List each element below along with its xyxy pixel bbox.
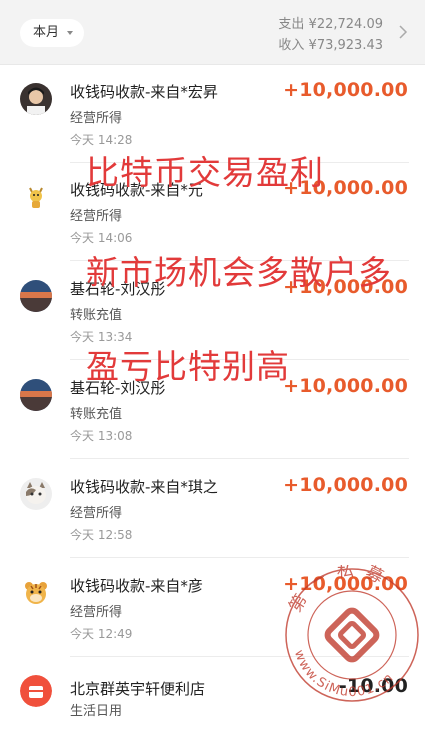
month-filter-dropdown[interactable]: 本月 — [20, 19, 84, 47]
transaction-category: 经营所得 — [70, 209, 123, 224]
transaction-row[interactable]: 收钱码收款-来自*琪之 经营所得 今天 12:58 +10,000.00 — [0, 460, 425, 558]
sunset-landscape-avatar — [20, 280, 52, 312]
month-filter-label: 本月 — [33, 25, 60, 40]
transaction-amount: +10,000.00 — [283, 474, 408, 496]
caret-down-icon — [67, 31, 73, 35]
expense-total: 支出 ¥22,724.09 — [278, 17, 383, 32]
transaction-amount: +10,000.00 — [283, 375, 408, 397]
store-bag-avatar — [20, 675, 52, 707]
transaction-category: 经营所得 — [70, 605, 123, 620]
transaction-time: 今天 13:08 — [70, 429, 133, 443]
transaction-title: 收钱码收款-来自*彦 — [70, 577, 203, 595]
svg-text:第一私募: 第一私募 — [286, 565, 396, 616]
chevron-right-icon[interactable] — [397, 24, 409, 40]
transaction-category: 生活日用 — [70, 704, 123, 719]
income-total: 收入 ¥73,923.43 — [278, 38, 383, 53]
watermark-seal: 第一私募 www.SiMu001.cn — [275, 565, 425, 707]
totals-summary[interactable]: 支出 ¥22,724.09 收入 ¥73,923.43 — [278, 14, 383, 56]
transaction-category: 经营所得 — [70, 506, 123, 521]
overlay-text-line-1: 比特币交易盈利 — [86, 153, 324, 192]
overlay-text-line-2: 新市场机会多散户多 — [86, 253, 392, 292]
transaction-time: 今天 12:58 — [70, 528, 133, 542]
sunset-landscape-avatar — [20, 379, 52, 411]
transaction-time: 今天 14:06 — [70, 231, 133, 245]
kitten-avatar — [20, 478, 52, 510]
photo-portrait-avatar — [20, 83, 52, 115]
transaction-time: 今天 12:49 — [70, 627, 133, 641]
overlay-text-line-3: 盈亏比特别高 — [86, 347, 290, 386]
row-divider — [70, 458, 409, 459]
transaction-amount: +10,000.00 — [283, 79, 408, 101]
transaction-title: 收钱码收款-来自*琪之 — [70, 478, 218, 496]
cartoon-deer-avatar — [20, 181, 52, 213]
transaction-title: 北京群英宇轩便利店 — [70, 680, 206, 698]
transaction-category: 经营所得 — [70, 111, 123, 126]
summary-header: 本月 支出 ¥22,724.09 收入 ¥73,923.43 — [0, 0, 425, 65]
row-divider — [70, 557, 409, 558]
watermark-top-text: 第一私募 — [286, 565, 386, 616]
transaction-title: 收钱码收款-来自*宏昇 — [70, 83, 218, 101]
cartoon-tiger-avatar — [20, 577, 52, 609]
transaction-category: 转账充值 — [70, 308, 123, 323]
transaction-category: 转账充值 — [70, 407, 123, 422]
